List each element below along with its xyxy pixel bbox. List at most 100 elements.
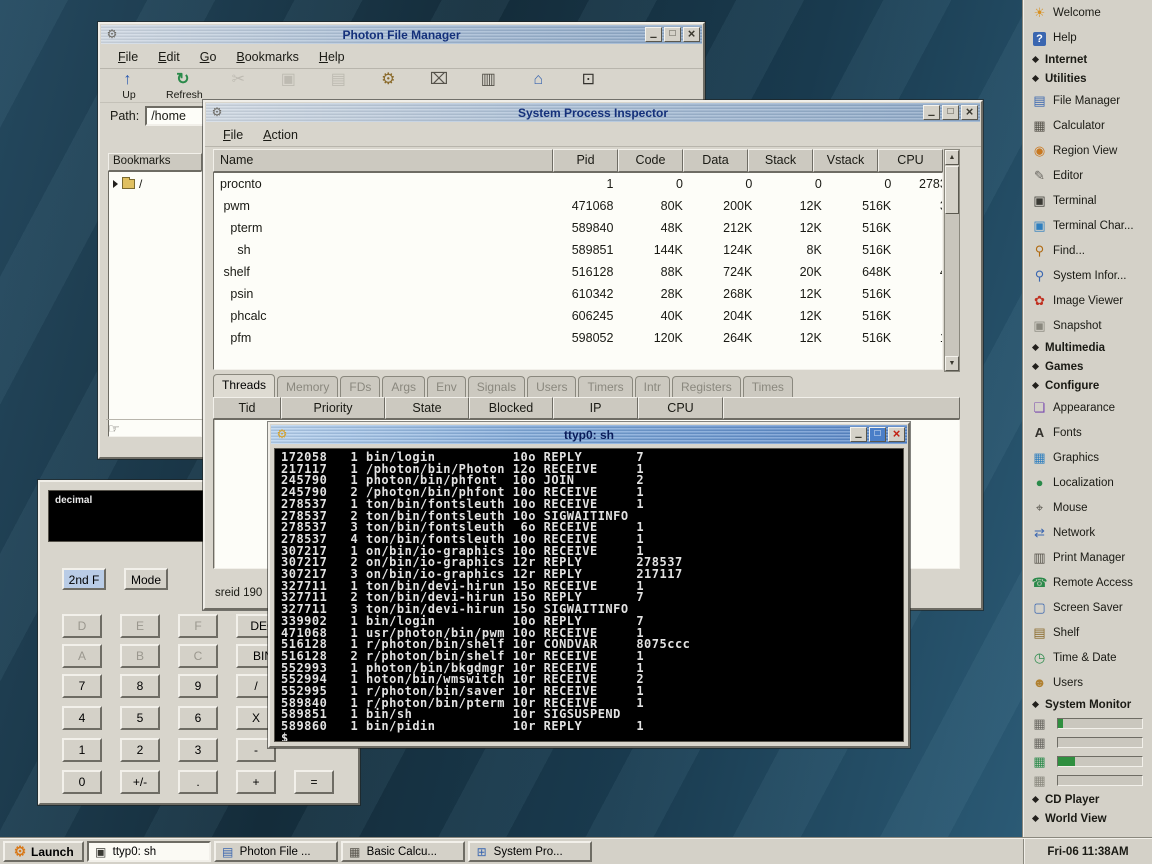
column-header[interactable]: Code [618,149,683,172]
toolbar-button[interactable] [227,71,253,89]
bookmark-item[interactable]: / [111,175,199,193]
column-header[interactable]: Blocked [469,397,553,419]
tab[interactable]: Intr [635,376,670,397]
scroll-up-arrow[interactable]: ▲ [945,150,959,165]
shelf-item[interactable]: Image Viewer [1023,288,1152,313]
calc-button[interactable]: = [294,770,334,794]
tab[interactable]: Env [427,376,466,397]
shelf-item[interactable]: Network [1023,520,1152,545]
toolbar-button[interactable] [577,71,603,89]
calc-button[interactable]: 6 [178,706,218,730]
task-button[interactable]: ttyp0: sh [87,841,211,862]
column-header[interactable]: Stack [748,149,813,172]
calc-button[interactable]: 2nd F [62,568,106,590]
calc-button[interactable]: +/- [120,770,160,794]
vertical-scrollbar[interactable]: ▲ ▼ [944,149,960,372]
calc-button[interactable]: 3 [178,738,218,762]
shelf-item[interactable]: Internet [1023,50,1152,69]
calc-button[interactable]: 7 [62,674,102,698]
menu-item[interactable]: Edit [148,48,190,66]
launch-button[interactable]: Launch [3,841,84,862]
table-row[interactable]: pfm 598052 120K 264K 12K 516K 172 [214,327,943,349]
close-button[interactable] [961,105,978,120]
shelf-item[interactable]: Multimedia [1023,338,1152,357]
maximize-button[interactable] [664,27,681,42]
shelf-item[interactable]: File Manager [1023,88,1152,113]
menu-item[interactable]: File [213,126,253,144]
shelf-item[interactable]: Shelf [1023,620,1152,645]
table-row[interactable]: phcalc 606245 40K 204K 12K 516K 47 [214,305,943,327]
tab[interactable]: Times [743,376,793,397]
shelf-item[interactable]: Appearance [1023,395,1152,420]
menu-item[interactable]: Bookmarks [226,48,309,66]
shelf-item[interactable]: Users [1023,670,1152,695]
close-button[interactable] [888,427,905,442]
minimize-button[interactable] [645,27,662,42]
column-header[interactable]: Priority [281,397,385,419]
calc-button[interactable]: F [178,614,218,638]
shelf-item[interactable]: Editor [1023,163,1152,188]
calc-button[interactable]: . [178,770,218,794]
shelf-item[interactable]: Utilities [1023,69,1152,88]
bookmarks-header[interactable]: Bookmarks [108,153,202,171]
task-button[interactable]: System Pro... [468,841,592,862]
task-button[interactable]: Basic Calcu... [341,841,465,862]
shelf-item[interactable]: System Infor... [1023,263,1152,288]
tab[interactable]: Registers [672,376,741,397]
shelf-item[interactable]: Terminal [1023,188,1152,213]
shelf-item[interactable]: Terminal Char... [1023,213,1152,238]
shelf-item[interactable]: Mouse [1023,495,1152,520]
menu-item[interactable]: File [108,48,148,66]
tab[interactable]: FDs [340,376,380,397]
column-header[interactable]: Pid [553,149,618,172]
column-header[interactable]: Tid [213,397,281,419]
calc-button[interactable]: 0 [62,770,102,794]
shelf-item[interactable]: Configure [1023,376,1152,395]
close-button[interactable] [683,27,700,42]
minimize-button[interactable] [923,105,940,120]
toolbar-button[interactable] [477,71,503,89]
calc-button[interactable]: + [236,770,276,794]
process-inspector-titlebar[interactable]: System Process Inspector [206,103,980,122]
table-row[interactable]: shelf 516128 88K 724K 20K 648K 469 [214,261,943,283]
column-header[interactable]: State [385,397,469,419]
tab[interactable]: Memory [277,376,338,397]
toolbar-button[interactable] [327,71,353,89]
shelf-item[interactable]: Fonts [1023,420,1152,445]
minimize-button[interactable] [850,427,867,442]
table-row[interactable]: pwm 471068 80K 200K 12K 516K 326 [214,195,943,217]
scroll-thumb[interactable] [945,166,959,214]
file-manager-titlebar[interactable]: Photon File Manager [101,25,702,44]
column-header[interactable]: CPU [878,149,943,172]
toolbar-button[interactable]: Refresh [166,71,203,101]
menu-item[interactable]: Go [190,48,227,66]
calc-button[interactable]: A [62,644,102,668]
column-header[interactable]: Name [213,149,553,172]
shelf-item[interactable]: Games [1023,357,1152,376]
calc-button[interactable]: B [120,644,160,668]
tab[interactable]: Users [527,376,576,397]
scroll-down-arrow[interactable]: ▼ [945,356,959,371]
table-row[interactable]: sh 589851 144K 124K 8K 516K 6 [214,239,943,261]
calc-button[interactable]: D [62,614,102,638]
shelf-item[interactable]: World View [1023,809,1152,828]
toolbar-button[interactable] [377,71,403,89]
shelf-item[interactable]: Print Manager [1023,545,1152,570]
table-row[interactable]: psin 610342 28K 268K 12K 516K 53 [214,283,943,305]
toolbar-button[interactable] [527,71,553,89]
shelf-item[interactable]: Time & Date [1023,645,1152,670]
column-header[interactable]: Data [683,149,748,172]
shelf-item[interactable]: Snapshot [1023,313,1152,338]
calc-button[interactable]: E [120,614,160,638]
table-row[interactable]: procnto 1 0 0 0 0 278378 [214,173,943,195]
calc-button[interactable]: 2 [120,738,160,762]
column-header[interactable]: IP [553,397,638,419]
menu-item[interactable]: Help [309,48,355,66]
calc-button[interactable]: Mode [124,568,168,590]
shelf-item[interactable]: Remote Access [1023,570,1152,595]
shelf-item[interactable]: Welcome [1023,0,1152,25]
expander-icon[interactable] [113,180,118,188]
calc-button[interactable]: 8 [120,674,160,698]
terminal-screen[interactable]: 172058 1 bin/login 10o REPLY 7 217117 1 … [274,448,904,742]
shelf-item[interactable]: Screen Saver [1023,595,1152,620]
